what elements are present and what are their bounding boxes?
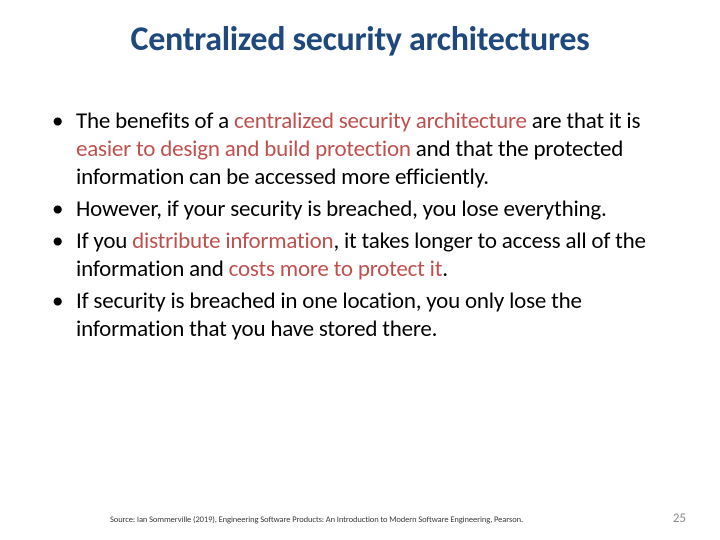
list-item: If you distribute information, it takes … [44,227,670,283]
list-item: The benefits of a centralized security a… [44,107,670,191]
list-item: However, if your security is breached, y… [44,195,670,223]
body-text: The benefits of a [76,107,234,135]
highlighted-text: easier to design and build protection [76,135,416,163]
body-text: If security is breached in one location,… [76,287,582,343]
body-text: are that it is [532,107,641,135]
highlighted-text: distribute information [132,227,333,255]
body-text: However, if your security is breached, y… [76,195,607,223]
slide: Centralized security architectures The b… [0,0,720,540]
page-number: 25 [673,511,686,526]
footer: Source: Ian Sommerville (2019), Engineer… [0,511,720,526]
bullet-list: The benefits of a centralized security a… [44,107,670,343]
slide-body: The benefits of a centralized security a… [0,107,720,343]
page-title: Centralized security architectures [0,20,720,59]
body-text: If you [76,227,132,255]
highlighted-text: centralized security architecture [234,107,532,135]
body-text: . [442,255,448,283]
highlighted-text: costs more to protect it [229,255,443,283]
source-citation: Source: Ian Sommerville (2019), Engineer… [110,515,523,525]
list-item: If security is breached in one location,… [44,287,670,343]
